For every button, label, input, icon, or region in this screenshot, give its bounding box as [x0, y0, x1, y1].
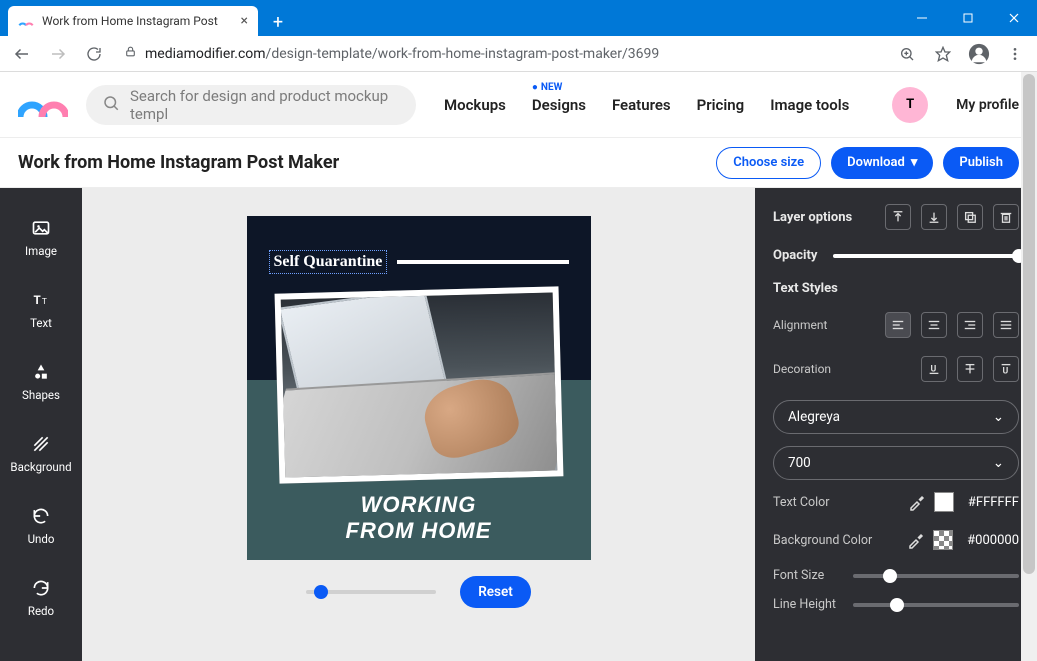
profile-icon[interactable] [965, 40, 993, 68]
window-close-button[interactable] [991, 0, 1037, 36]
line-height-label: Line Height [773, 597, 853, 612]
opacity-label: Opacity [773, 248, 817, 263]
url-path: /design-template/work-from-home-instagra… [266, 46, 660, 62]
app-header: Search for design and product mockup tem… [0, 72, 1037, 138]
bg-color-hex: #000000 [967, 533, 1019, 548]
browser-tab[interactable]: Work from Home Instagram Post × [8, 6, 258, 36]
avatar[interactable]: T [892, 87, 928, 123]
favicon [18, 13, 34, 29]
font-size-slider[interactable] [853, 574, 1019, 578]
tool-text[interactable]: TTText [0, 274, 82, 346]
layer-delete-button[interactable] [993, 204, 1019, 230]
svg-text:T: T [34, 293, 41, 307]
divider-line [397, 260, 568, 264]
canvas-photo[interactable] [274, 286, 563, 483]
page-scrollbar[interactable] [1021, 72, 1037, 661]
window-titlebar: Work from Home Instagram Post × + [0, 0, 1037, 36]
zoom-indicator-icon[interactable] [893, 40, 921, 68]
alignment-label: Alignment [773, 318, 827, 332]
align-right-button[interactable] [957, 312, 983, 338]
tab-title: Work from Home Instagram Post [42, 14, 233, 28]
svg-text:U: U [1003, 366, 1009, 376]
new-badge: NEW [532, 82, 562, 93]
canvas-heading[interactable]: WORKING FROM HOME [247, 492, 591, 544]
nav-forward-button[interactable] [44, 40, 72, 68]
canvas-area: Self Quarantine WORKING FROM HOME Reset [82, 188, 755, 661]
decoration-label: Decoration [773, 362, 831, 376]
layer-duplicate-button[interactable] [957, 204, 983, 230]
nav-designs[interactable]: NEW Designs [532, 96, 586, 114]
search-placeholder: Search for design and product mockup tem… [130, 87, 400, 123]
underline-button[interactable]: U [921, 356, 947, 382]
eyedropper-icon[interactable] [908, 493, 926, 511]
lock-icon [124, 45, 137, 62]
left-toolbox: Image TTText Shapes Background Undo Redo [0, 188, 82, 661]
browser-menu-icon[interactable] [1001, 40, 1029, 68]
tool-redo[interactable]: Redo [0, 562, 82, 634]
nav-mockups[interactable]: Mockups [444, 96, 506, 114]
nav-back-button[interactable] [8, 40, 36, 68]
publish-button[interactable]: Publish [943, 147, 1019, 179]
strikethrough-button[interactable] [957, 356, 983, 382]
browser-toolbar: mediamodifier.com/design-template/work-f… [0, 36, 1037, 72]
page-title: Work from Home Instagram Post Maker [18, 152, 339, 173]
subheader: Work from Home Instagram Post Maker Choo… [0, 138, 1037, 188]
align-center-button[interactable] [921, 312, 947, 338]
tool-image[interactable]: Image [0, 202, 82, 274]
choose-size-button[interactable]: Choose size [716, 147, 821, 179]
new-tab-button[interactable]: + [264, 8, 292, 36]
overline-button[interactable]: U [993, 356, 1019, 382]
search-input[interactable]: Search for design and product mockup tem… [86, 85, 416, 125]
nav-pricing[interactable]: Pricing [697, 96, 745, 114]
properties-panel: Layer options Opacity Text Styles Alignm… [755, 188, 1037, 661]
window-maximize-button[interactable] [945, 0, 991, 36]
font-size-label: Font Size [773, 568, 853, 583]
nav-image-tools[interactable]: Image tools [770, 96, 849, 114]
nav-features[interactable]: Features [612, 96, 671, 114]
tool-background[interactable]: Background [0, 418, 82, 490]
text-color-hex: #FFFFFF [968, 495, 1019, 510]
tool-shapes[interactable]: Shapes [0, 346, 82, 418]
bg-color-label: Background Color [773, 533, 907, 548]
download-button[interactable]: Download▾ [831, 147, 933, 179]
bookmark-icon[interactable] [929, 40, 957, 68]
window-minimize-button[interactable] [899, 0, 945, 36]
text-styles-label: Text Styles [773, 281, 838, 296]
bg-color-swatch[interactable] [933, 530, 953, 550]
text-color-swatch[interactable] [934, 492, 954, 512]
design-canvas[interactable]: Self Quarantine WORKING FROM HOME [247, 216, 591, 560]
align-left-button[interactable] [885, 312, 911, 338]
tab-close-icon[interactable]: × [241, 13, 248, 29]
tool-undo[interactable]: Undo [0, 490, 82, 562]
app-logo[interactable] [18, 89, 68, 121]
text-color-label: Text Color [773, 495, 908, 510]
caret-down-icon: ▾ [911, 155, 918, 170]
text-self-quarantine[interactable]: Self Quarantine [269, 250, 388, 274]
line-height-slider[interactable] [853, 603, 1019, 607]
editor-main: Image TTText Shapes Background Undo Redo… [0, 188, 1037, 661]
font-family-select[interactable]: Alegreya ⌄ [773, 400, 1019, 434]
chevron-down-icon: ⌄ [993, 455, 1004, 471]
opacity-slider[interactable] [833, 254, 1019, 258]
font-weight-select[interactable]: 700 ⌄ [773, 446, 1019, 480]
reset-button[interactable]: Reset [460, 576, 531, 608]
layer-bring-front-button[interactable] [885, 204, 911, 230]
layer-send-back-button[interactable] [921, 204, 947, 230]
layer-options-label: Layer options [773, 210, 852, 225]
my-profile-link[interactable]: My profile [956, 97, 1019, 113]
zoom-slider[interactable] [306, 590, 436, 594]
url-domain: mediamodifier.com [145, 46, 266, 62]
align-justify-button[interactable] [993, 312, 1019, 338]
address-bar[interactable]: mediamodifier.com/design-template/work-f… [116, 45, 885, 62]
svg-text:T: T [42, 297, 47, 307]
chevron-down-icon: ⌄ [993, 409, 1004, 425]
nav-reload-button[interactable] [80, 40, 108, 68]
eyedropper-icon[interactable] [907, 531, 925, 549]
search-icon [102, 94, 120, 116]
